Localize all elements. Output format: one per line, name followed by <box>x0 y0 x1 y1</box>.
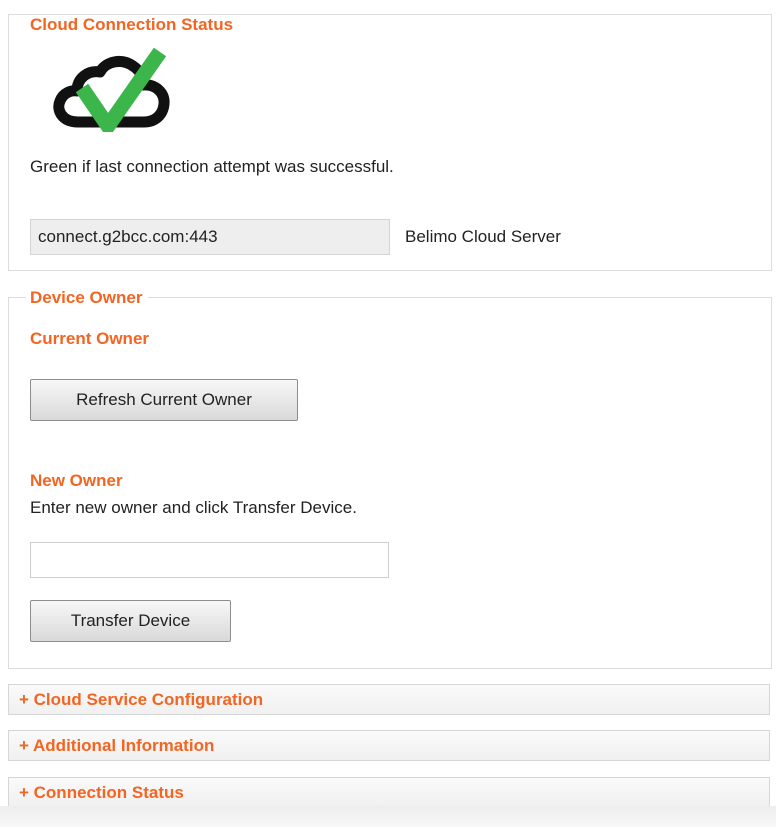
cloud-service-configuration-label: + Cloud Service Configuration <box>19 690 264 709</box>
cloud-settings-page: Cloud Connection Status Green if last co… <box>0 0 776 827</box>
new-owner-instructions: Enter new owner and click Transfer Devic… <box>30 498 357 517</box>
device-owner-legend: Device Owner <box>26 288 149 308</box>
additional-information-label: + Additional Information <box>19 736 215 755</box>
transfer-device-button[interactable]: Transfer Device <box>30 600 231 642</box>
cloud-service-configuration-row[interactable]: + Cloud Service Configuration <box>8 684 770 715</box>
cloud-server-address-field: connect.g2bcc.com:443 <box>30 219 390 255</box>
connection-status-label: + Connection Status <box>19 783 184 802</box>
connection-status-description: Green if last connection attempt was suc… <box>30 157 394 176</box>
refresh-current-owner-button[interactable]: Refresh Current Owner <box>30 379 298 421</box>
current-owner-heading: Current Owner <box>30 329 150 348</box>
cloud-connection-status-legend: Cloud Connection Status <box>26 15 240 35</box>
new-owner-input[interactable] <box>30 542 389 578</box>
additional-information-row[interactable]: + Additional Information <box>8 730 770 761</box>
new-owner-heading: New Owner <box>30 471 123 490</box>
cloud-server-label: Belimo Cloud Server <box>405 227 561 246</box>
connection-status-row[interactable]: + Connection Status <box>8 777 770 808</box>
cloud-check-icon <box>53 48 170 132</box>
bottom-shadow <box>0 806 776 827</box>
